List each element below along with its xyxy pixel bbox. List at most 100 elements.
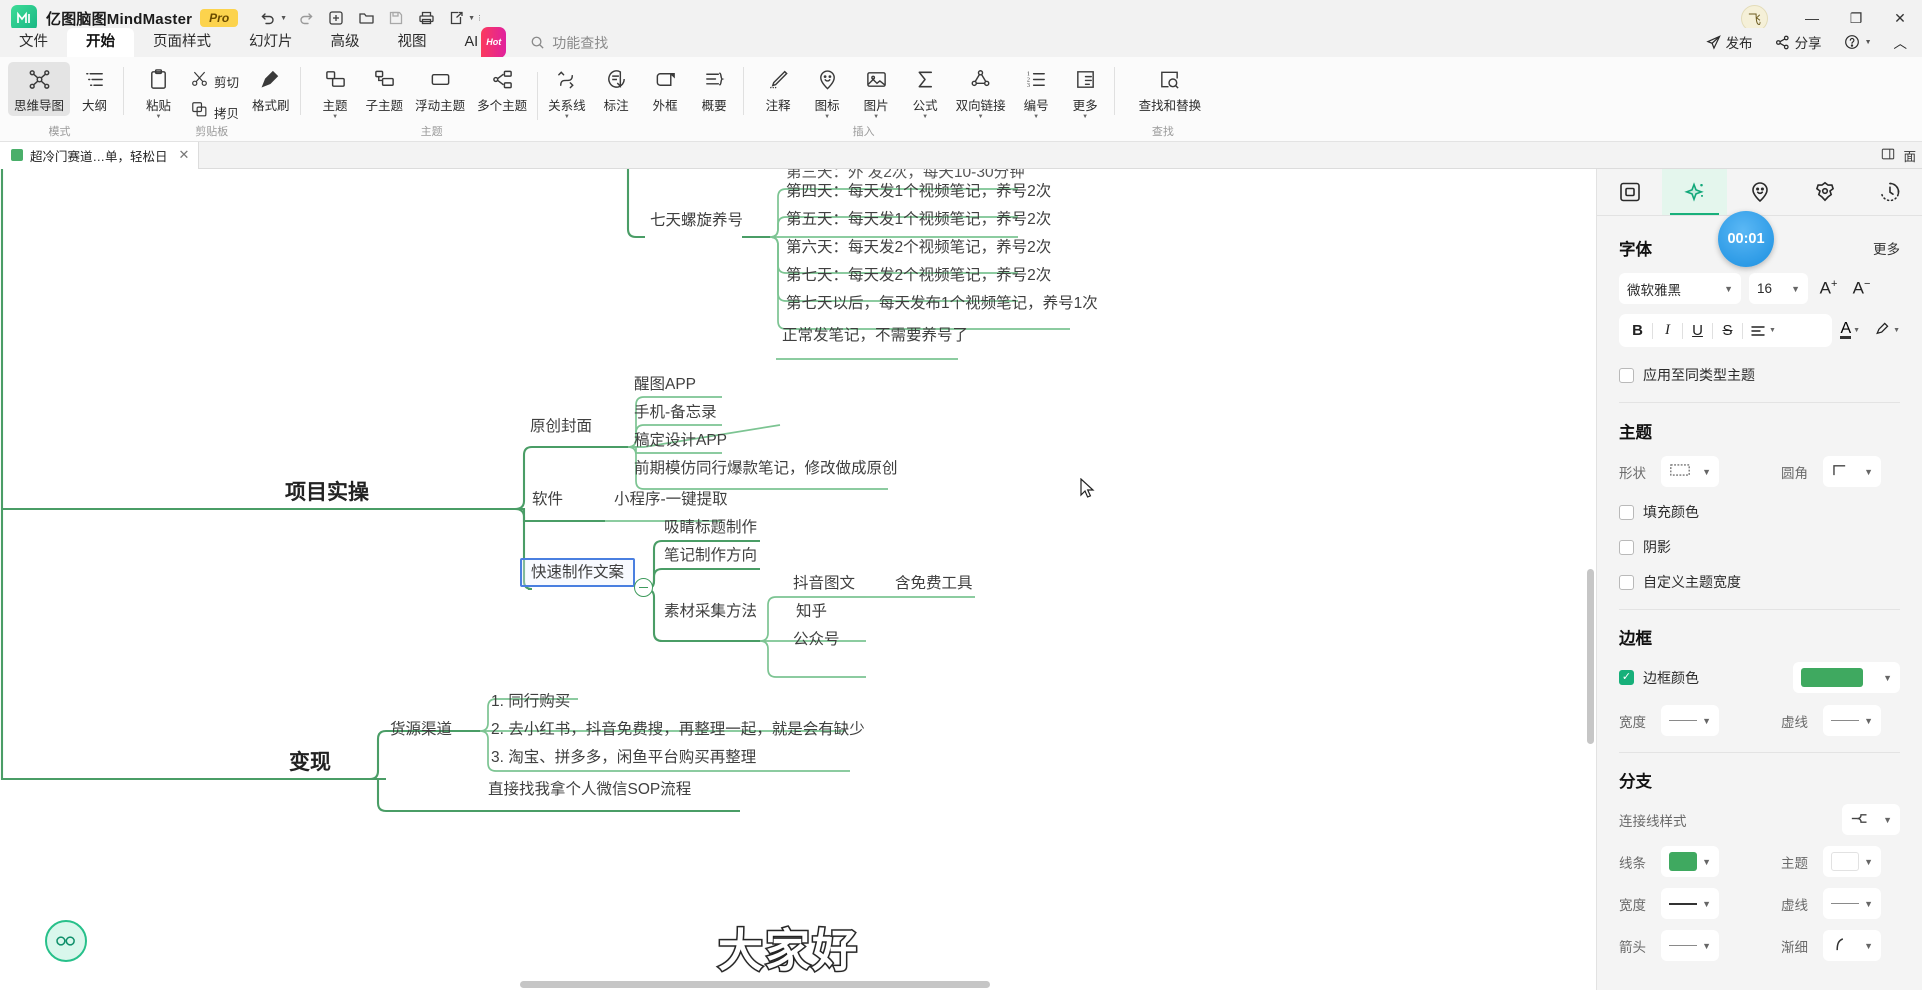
align-button[interactable]: [1743, 317, 1772, 344]
canvas-horizontal-scrollbar[interactable]: [520, 981, 990, 988]
ribbon-formula-button[interactable]: 公式 ▼: [901, 62, 950, 122]
ribbon-relationship-button[interactable]: 关系线 ▼: [542, 62, 592, 122]
mindmap-canvas[interactable]: 第三天：外 发2次，每天10-30分钟 第四天：每天发1个视频笔记，养号2次 第…: [0, 169, 1596, 990]
bidirectional-link-dropdown-icon[interactable]: ▼: [978, 115, 984, 120]
ribbon-callout-button[interactable]: 标注: [592, 62, 641, 116]
corner-select[interactable]: ▼: [1823, 456, 1881, 487]
more-dropdown-icon[interactable]: ▼: [1082, 115, 1088, 120]
share-button[interactable]: 分享: [1766, 29, 1831, 55]
branch-dash-select[interactable]: ▼: [1823, 888, 1881, 919]
node-project-practice[interactable]: 项目实操: [281, 479, 373, 507]
border-color-select[interactable]: ▼: [1793, 662, 1900, 693]
export-dropdown-icon[interactable]: ▼: [468, 15, 475, 22]
text-color-button[interactable]: A ▼: [1840, 322, 1860, 339]
ribbon-more-button[interactable]: 更多 ▼: [1061, 62, 1110, 122]
collapse-ribbon-button[interactable]: ︿: [1885, 29, 1917, 55]
undo-dropdown-icon[interactable]: ▼: [280, 15, 287, 22]
document-tab[interactable]: 超冷门赛道…单，轻松日 ✕: [0, 142, 199, 169]
node-gaoding-app[interactable]: 稿定设计APP: [630, 430, 731, 451]
node-zhihu[interactable]: 知乎: [792, 601, 831, 622]
node-peer-purchase[interactable]: 1. 同行购买: [487, 691, 574, 712]
node-douyin-graphic[interactable]: 抖音图文: [789, 573, 859, 594]
decrease-font-size-button[interactable]: A−: [1849, 278, 1874, 299]
ribbon-topic-button[interactable]: 主题 ▼: [311, 62, 360, 122]
branch-taper-select[interactable]: ▼: [1823, 930, 1881, 961]
shape-select[interactable]: ▼: [1661, 456, 1719, 487]
help-dropdown-icon[interactable]: ▼: [1865, 39, 1872, 46]
node-fast-copywriting[interactable]: 快速制作文案: [520, 558, 635, 587]
line-style-select[interactable]: ▼: [1842, 804, 1900, 835]
node-free-tools[interactable]: 含免费工具: [891, 573, 977, 594]
collapse-toggle-button[interactable]: [634, 578, 653, 597]
node-day6[interactable]: 第六天：每天发2个视频笔记，养号2次: [782, 237, 1055, 258]
node-official-account[interactable]: 公众号: [789, 629, 844, 650]
branch-line-color-select[interactable]: ▼: [1661, 846, 1719, 877]
ribbon-outline-button[interactable]: 大纲: [70, 62, 119, 116]
underline-button[interactable]: U: [1683, 317, 1712, 344]
node-phone-memo[interactable]: 手机-备忘录: [630, 402, 721, 423]
node-original-cover[interactable]: 原创封面: [526, 416, 596, 437]
ribbon-subtopic-button[interactable]: 子主题: [360, 62, 410, 116]
apply-same-type-checkbox[interactable]: 应用至同类型主题: [1619, 365, 1900, 385]
menu-item-view[interactable]: 视图: [379, 28, 446, 57]
node-note-direction[interactable]: 笔记制作方向: [660, 545, 761, 566]
strikethrough-button[interactable]: S: [1713, 317, 1742, 344]
ribbon-summary-button[interactable]: 概要: [690, 62, 739, 116]
increase-font-size-button[interactable]: A+: [1816, 278, 1841, 299]
branch-width-select[interactable]: ▼: [1661, 888, 1719, 919]
paste-dropdown-icon[interactable]: ▼: [156, 115, 162, 120]
border-width-select[interactable]: ▼: [1661, 705, 1719, 736]
feature-search[interactable]: 功能查找: [530, 28, 608, 57]
recording-timer-badge[interactable]: 00:01: [1718, 211, 1774, 267]
menu-item-ai[interactable]: AI Hot: [446, 28, 509, 57]
node-imitate-notes[interactable]: 前期模仿同行爆款笔记，修改做成原创: [630, 458, 902, 479]
bold-button[interactable]: B: [1623, 317, 1652, 344]
ribbon-boundary-button[interactable]: 外框: [641, 62, 690, 116]
node-free-search[interactable]: 2. 去小红书，抖音免费搜，再整理一起，就是会有缺少: [487, 719, 869, 740]
ribbon-paste-button[interactable]: 粘贴 ▼: [134, 62, 183, 122]
node-eyecatching-title[interactable]: 吸睛标题制作: [660, 517, 761, 538]
page-layout-icon[interactable]: [1881, 147, 1895, 164]
branch-topic-color-select[interactable]: ▼: [1823, 846, 1881, 877]
canvas-vertical-scrollbar[interactable]: [1587, 569, 1594, 744]
font-more-link[interactable]: 更多: [1873, 238, 1900, 258]
ribbon-numbering-button[interactable]: 1 2 3 编号 ▼: [1012, 62, 1061, 122]
menu-item-file[interactable]: 文件: [0, 28, 67, 57]
formula-dropdown-icon[interactable]: ▼: [922, 115, 928, 120]
topic-dropdown-icon[interactable]: ▼: [332, 115, 338, 120]
ribbon-multi-topic-button[interactable]: 多个主题: [471, 62, 533, 116]
node-seven-day-spiral[interactable]: 七天螺旋养号: [646, 210, 747, 231]
numbering-dropdown-icon[interactable]: ▼: [1033, 115, 1039, 120]
custom-topic-width-checkbox[interactable]: 自定义主题宽度: [1619, 572, 1900, 592]
menu-item-home[interactable]: 开始: [67, 28, 134, 57]
shadow-checkbox[interactable]: 阴影: [1619, 537, 1900, 557]
node-day5[interactable]: 第五天：每天发1个视频笔记，养号2次: [782, 209, 1055, 230]
side-tab-sticker[interactable]: [1727, 169, 1792, 215]
node-supply-channel[interactable]: 货源渠道: [386, 719, 456, 740]
menu-item-page-style[interactable]: 页面样式: [134, 28, 230, 57]
node-wechat-sop[interactable]: 直接找我拿个人微信SOP流程: [484, 779, 695, 800]
menu-item-slideshow[interactable]: 幻灯片: [230, 28, 312, 57]
image-dropdown-icon[interactable]: ▼: [873, 115, 879, 120]
ribbon-format-painter-button[interactable]: 格式刷: [246, 62, 296, 116]
node-after-day7[interactable]: 第七天以后，每天发布1个视频笔记，养号1次: [782, 293, 1102, 314]
node-monetization[interactable]: 变现: [285, 749, 335, 777]
menu-item-advanced[interactable]: 高级: [312, 28, 379, 57]
publish-button[interactable]: 发布: [1697, 29, 1762, 55]
ribbon-image-button[interactable]: 图片 ▼: [852, 62, 901, 122]
border-dash-select[interactable]: ▼: [1823, 705, 1881, 736]
customize-toolbar-icon[interactable]: ⋮: [476, 14, 483, 22]
help-button[interactable]: ▼: [1835, 31, 1881, 53]
highlight-color-button[interactable]: ▼: [1874, 320, 1900, 341]
align-dropdown-icon[interactable]: ▼: [1769, 327, 1776, 334]
ribbon-annotation-button[interactable]: 注释: [754, 62, 803, 116]
font-family-select[interactable]: 微软雅黑 ▼: [1619, 273, 1741, 304]
node-material-collection[interactable]: 素材采集方法: [660, 601, 761, 622]
close-tab-icon[interactable]: ✕: [179, 147, 190, 163]
side-tab-style[interactable]: [1597, 169, 1662, 215]
side-tab-flower[interactable]: [1792, 169, 1857, 215]
border-color-checkbox[interactable]: 边框颜色: [1619, 668, 1699, 688]
node-miniprogram-extract[interactable]: 小程序-一键提取: [610, 489, 732, 510]
node-day4[interactable]: 第四天：每天发1个视频笔记，养号2次: [782, 181, 1055, 202]
ribbon-bidirectional-link-button[interactable]: 双向链接 ▼: [950, 62, 1012, 122]
